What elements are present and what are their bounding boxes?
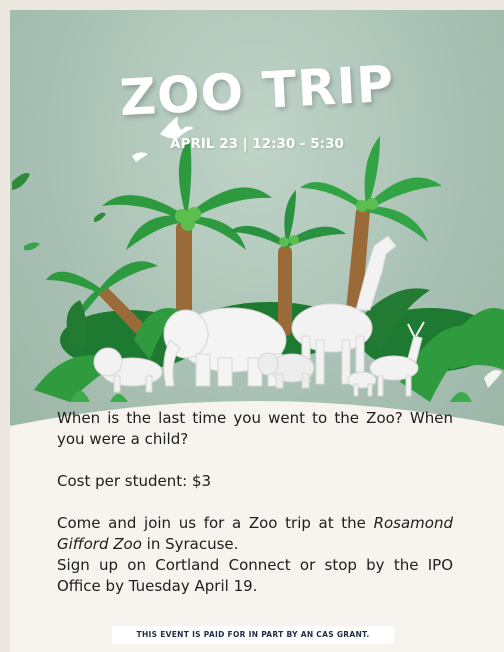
event-description: When is the last time you went to the Zo…: [57, 408, 453, 597]
question-text: When is the last time you went to the Zo…: [57, 409, 453, 448]
bird-icon: [484, 370, 502, 388]
leaf-icon: [12, 173, 30, 190]
grant-note: THIS EVENT IS PAID FOR IN PART BY AN CAS…: [112, 626, 394, 644]
invite-prefix: Come and join us for a Zoo trip at the: [57, 514, 374, 532]
cost-text: Cost per student: $3: [57, 472, 212, 490]
event-date-time: APRIL 23 | 12:30 - 5:30: [170, 136, 344, 152]
elephant-calf-icon: [257, 352, 315, 389]
palm-trunk: [278, 246, 292, 336]
signup-text: Sign up on Cortland Connect or stop by t…: [57, 556, 453, 595]
invite-suffix: in Syracuse.: [141, 535, 239, 553]
leaf-icon: [94, 212, 106, 222]
invite-text: Come and join us for a Zoo trip at the R…: [57, 513, 453, 597]
leaf-icon: [24, 242, 40, 251]
